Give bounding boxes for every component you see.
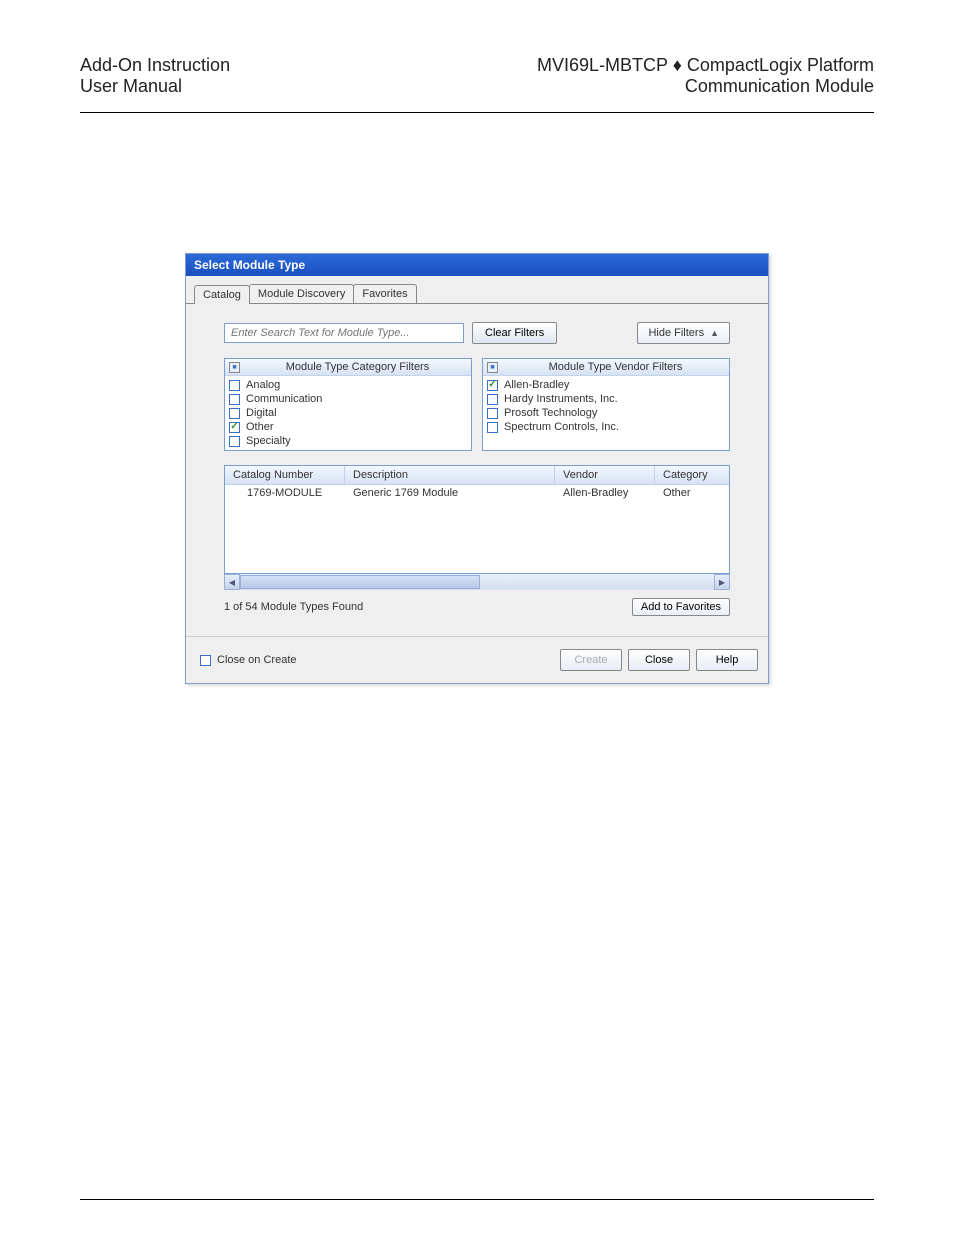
category-label: Communication (246, 393, 322, 405)
status-text: 1 of 54 Module Types Found (224, 601, 363, 613)
vendor-tristate-checkbox[interactable] (487, 362, 498, 373)
category-label: Other (246, 421, 274, 433)
doc-title-line2: User Manual (80, 76, 230, 97)
create-button[interactable]: Create (560, 649, 622, 671)
vendor-filters-title: Module Type Vendor Filters (502, 361, 729, 373)
category-checkbox-other[interactable] (229, 422, 240, 433)
cell-vendor: Allen-Bradley (555, 485, 655, 501)
doc-title-line1: Add-On Instruction (80, 55, 230, 76)
col-catalog-number[interactable]: Catalog Number (225, 466, 345, 484)
vendor-label: Hardy Instruments, Inc. (504, 393, 618, 405)
vendor-label: Prosoft Technology (504, 407, 597, 419)
cell-category: Other (655, 485, 729, 501)
clear-filters-button[interactable]: Clear Filters (472, 322, 557, 344)
category-filters-title: Module Type Category Filters (244, 361, 471, 373)
hide-filters-button[interactable]: Hide Filters ▲ (637, 322, 730, 344)
category-checkbox-specialty[interactable] (229, 436, 240, 447)
category-label: Specialty (246, 435, 291, 447)
category-checkbox-digital[interactable] (229, 408, 240, 419)
category-label: Digital (246, 407, 277, 419)
select-module-type-dialog: Select Module Type Catalog Module Discov… (185, 253, 769, 684)
cell-catalog: 1769-MODULE (225, 485, 345, 501)
category-filters-box: Module Type Category Filters Analog Comm… (224, 358, 472, 451)
vendor-label: Spectrum Controls, Inc. (504, 421, 619, 433)
close-on-create-label: Close on Create (217, 654, 297, 666)
close-on-create-checkbox[interactable] (200, 655, 211, 666)
vendor-filters-box: Module Type Vendor Filters Allen-Bradley… (482, 358, 730, 451)
scrollbar-thumb[interactable] (240, 575, 480, 589)
doc-product-line1: MVI69L-MBTCP ♦ CompactLogix Platform (537, 55, 874, 76)
col-vendor[interactable]: Vendor (555, 466, 655, 484)
chevron-up-icon: ▲ (710, 328, 719, 338)
vendor-checkbox-allen-bradley[interactable] (487, 380, 498, 391)
col-category[interactable]: Category (655, 466, 729, 484)
tab-favorites[interactable]: Favorites (353, 284, 416, 303)
category-checkbox-communication[interactable] (229, 394, 240, 405)
col-description[interactable]: Description (345, 466, 555, 484)
hide-filters-label: Hide Filters (648, 327, 704, 339)
add-to-favorites-button[interactable]: Add to Favorites (632, 598, 730, 616)
cell-description: Generic 1769 Module (345, 485, 555, 501)
search-input[interactable] (224, 323, 464, 343)
vendor-checkbox-spectrum[interactable] (487, 422, 498, 433)
scroll-right-icon[interactable]: ▶ (714, 574, 730, 590)
scroll-left-icon[interactable]: ◀ (224, 574, 240, 590)
doc-product-line2: Communication Module (537, 76, 874, 97)
category-tristate-checkbox[interactable] (229, 362, 240, 373)
vendor-checkbox-hardy[interactable] (487, 394, 498, 405)
table-row[interactable]: 1769-MODULE Generic 1769 Module Allen-Br… (225, 485, 729, 501)
vendor-checkbox-prosoft[interactable] (487, 408, 498, 419)
category-checkbox-analog[interactable] (229, 380, 240, 391)
help-button[interactable]: Help (696, 649, 758, 671)
horizontal-scrollbar[interactable]: ◀ ▶ (224, 574, 730, 590)
module-grid: Catalog Number Description Vendor Catego… (224, 465, 730, 574)
category-label: Analog (246, 379, 280, 391)
vendor-label: Allen-Bradley (504, 379, 569, 391)
tab-module-discovery[interactable]: Module Discovery (249, 284, 354, 303)
tab-catalog[interactable]: Catalog (194, 285, 250, 304)
dialog-title: Select Module Type (186, 254, 768, 276)
close-button[interactable]: Close (628, 649, 690, 671)
